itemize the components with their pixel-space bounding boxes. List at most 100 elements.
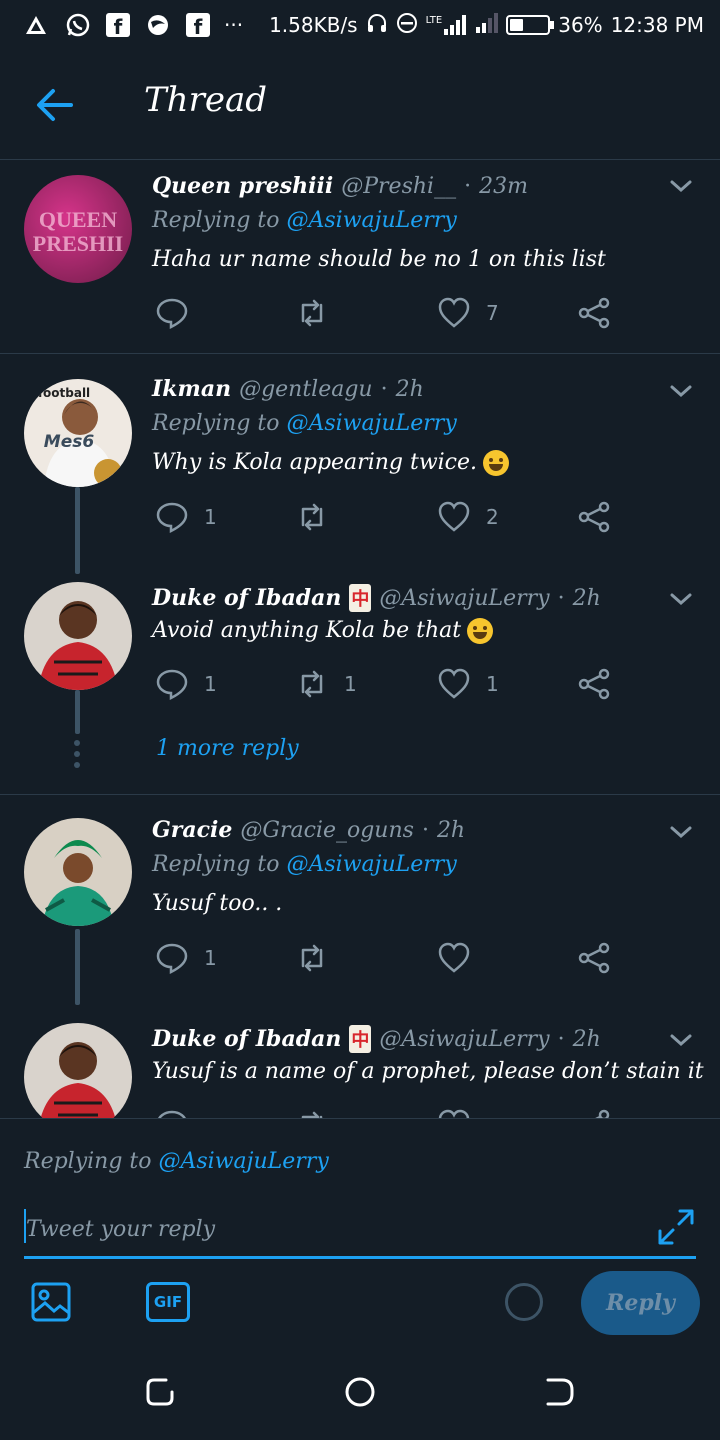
lte-signal-icon: LTE — [426, 15, 469, 35]
notification-overflow: ··· — [224, 13, 244, 37]
home-button[interactable] — [344, 1376, 376, 1408]
tweet-text: Avoid anything Kola be that — [152, 618, 494, 644]
tweet-time: 2h — [436, 817, 466, 843]
add-gif-button[interactable]: GIF — [146, 1282, 190, 1322]
tweet[interactable]: QUEEN PRESHII Queen preshiii @Preshi__ · … — [0, 161, 720, 354]
retweet-action[interactable] — [294, 940, 344, 976]
reply-count: 1 — [204, 672, 217, 696]
tweet[interactable]: Duke of Ibadan 中 @AsiwajuLerry · 2h Yusu… — [0, 1015, 720, 1118]
more-replies-link[interactable]: 1 more reply — [156, 736, 299, 761]
tweet-text: Yusuf is a name of a prophet, please don… — [152, 1059, 704, 1084]
like-count: 2 — [486, 505, 499, 529]
mention-link[interactable]: @AsiwajuLerry — [287, 411, 457, 436]
tweet-text-content: Why is Kola appearing twice. — [152, 450, 478, 475]
thread-header: Thread — [0, 50, 720, 160]
reply-composer: Replying to @AsiwajuLerry GIF Reply — [0, 1118, 720, 1340]
whatsapp-icon — [64, 11, 92, 39]
reply-action[interactable] — [154, 1107, 190, 1118]
thread-connector — [75, 929, 80, 1005]
tweet-actions: 7 — [152, 295, 622, 335]
reply-action[interactable]: 1 — [154, 499, 217, 535]
author-name[interactable]: Gracie — [152, 817, 232, 843]
composer-replying-to: Replying to @AsiwajuLerry — [24, 1149, 329, 1174]
like-action[interactable] — [436, 940, 486, 976]
like-action[interactable]: 7 — [436, 295, 499, 331]
replying-prefix: Replying to — [152, 411, 280, 436]
avatar[interactable] — [24, 582, 132, 690]
svg-text:QUEEN: QUEEN — [39, 207, 117, 232]
avatar[interactable] — [24, 818, 132, 926]
tweet-menu-button[interactable] — [666, 1025, 696, 1055]
tweet[interactable]: Gracie @Gracie_oguns · 2h Replying to @A… — [0, 795, 720, 1005]
share-action[interactable] — [576, 295, 612, 331]
mention-link[interactable]: @AsiwajuLerry — [287, 208, 457, 233]
author-name[interactable]: Queen preshiii — [152, 173, 333, 199]
mention-link[interactable]: @AsiwajuLerry — [159, 1149, 329, 1174]
mahjong-emoji-icon: 中 — [349, 1025, 372, 1053]
retweet-icon — [301, 1111, 323, 1118]
retweet-action[interactable] — [294, 1107, 330, 1118]
tweet-text: Yusuf too.. . — [152, 891, 283, 916]
comment-icon — [156, 298, 188, 330]
arrow-left-icon — [37, 89, 73, 121]
author-handle: @Gracie_oguns — [240, 817, 414, 843]
share-icon — [595, 1109, 610, 1118]
like-action[interactable]: 2 — [436, 499, 499, 535]
author-handle: @gentleagu — [239, 376, 373, 402]
thread-feed[interactable]: QUEEN PRESHII Queen preshiii @Preshi__ · … — [0, 161, 720, 1118]
tweet-menu-button[interactable] — [666, 171, 696, 201]
tweet-text-content: Avoid anything Kola be that — [152, 618, 462, 643]
share-action[interactable] — [576, 499, 612, 535]
mention-link[interactable]: @AsiwajuLerry — [287, 852, 457, 877]
tweet-time: 2h — [572, 585, 601, 611]
author-handle: @AsiwajuLerry — [379, 585, 550, 611]
like-action[interactable] — [436, 1107, 472, 1118]
back-nav-button[interactable] — [544, 1376, 576, 1408]
avatar[interactable]: QUEEN PRESHII — [24, 175, 132, 283]
share-action[interactable] — [576, 940, 612, 976]
share-action[interactable] — [576, 1107, 612, 1118]
tweet-header: Ikman @gentleagu · 2h — [152, 376, 424, 402]
tweet-menu-button[interactable] — [666, 817, 696, 847]
retweet-action[interactable] — [294, 499, 344, 535]
avatar[interactable] — [24, 1023, 132, 1118]
author-name[interactable]: Duke of Ibadan — [152, 585, 341, 611]
reply-input[interactable] — [24, 1203, 696, 1259]
author-name[interactable]: Ikman — [152, 376, 231, 402]
add-image-button[interactable] — [30, 1281, 72, 1323]
tweet-actions: 1 2 — [152, 499, 622, 539]
back-button[interactable] — [30, 82, 80, 128]
tweet-menu-button[interactable] — [666, 584, 696, 614]
back-nav-icon — [546, 1378, 574, 1406]
chevron-down-icon — [670, 826, 692, 839]
avatar[interactable]: Mes6 football — [24, 379, 132, 487]
tweet-menu-button[interactable] — [666, 376, 696, 406]
avatar-top-text: football — [38, 386, 90, 400]
like-action[interactable]: 1 — [436, 666, 499, 702]
heart-icon — [438, 501, 470, 532]
tweet-time: 23m — [479, 173, 528, 199]
tweet-actions: 1 1 1 — [152, 666, 622, 706]
reply-button[interactable]: Reply — [581, 1271, 700, 1335]
replying-prefix: Replying to — [152, 852, 280, 877]
tweet[interactable]: Mes6 football Ikman @gentleagu · 2h Reply… — [0, 354, 720, 574]
thread-connector — [75, 487, 80, 574]
share-icon — [578, 501, 610, 533]
tweet[interactable]: Duke of Ibadan 中 @AsiwajuLerry · 2h Avoi… — [0, 574, 720, 794]
expand-icon — [658, 1209, 694, 1245]
recents-button[interactable] — [144, 1376, 176, 1408]
thread-connector — [75, 690, 80, 734]
reply-action[interactable]: 1 — [154, 666, 217, 702]
retweet-action[interactable] — [294, 295, 344, 331]
reply-action[interactable] — [154, 295, 204, 331]
tweet-header: Queen preshiii @Preshi__ · 23m — [152, 173, 528, 199]
author-name[interactable]: Duke of Ibadan — [152, 1026, 341, 1052]
opera-icon — [144, 11, 172, 39]
chevron-down-icon — [670, 385, 692, 398]
text-cursor — [24, 1209, 26, 1243]
expand-composer-button[interactable] — [656, 1207, 696, 1247]
retweet-action[interactable]: 1 — [294, 666, 357, 702]
reply-action[interactable]: 1 — [154, 940, 217, 976]
share-action[interactable] — [576, 666, 612, 702]
tweet-text: Haha ur name should be no 1 on this list — [152, 247, 606, 272]
